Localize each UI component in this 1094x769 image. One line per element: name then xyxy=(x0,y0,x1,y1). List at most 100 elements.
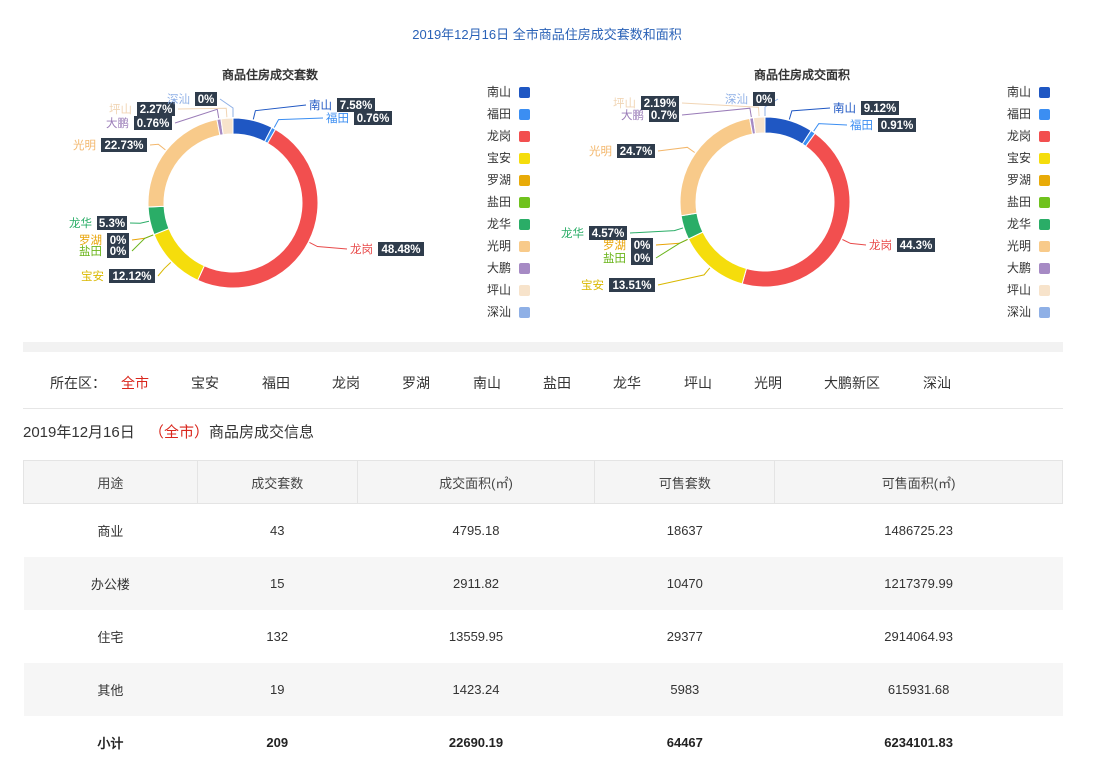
slice-label-name: 大鹏 xyxy=(621,108,644,122)
legend-swatch[interactable] xyxy=(1039,109,1050,120)
slice-label-value: 0.76% xyxy=(357,113,390,125)
table-cell: 615931.68 xyxy=(774,663,1063,716)
donut-slice-龙华[interactable] xyxy=(147,205,170,236)
slice-label-value: 0% xyxy=(110,246,127,258)
transaction-info-title: 2019年12月16日 （全市）商品房成交信息 xyxy=(23,421,314,442)
donut-slice-宝安[interactable] xyxy=(153,227,205,281)
table-cell: 商业 xyxy=(97,524,124,539)
slice-label-value: 24.7% xyxy=(620,146,653,158)
donut-chart-area: 商品住房成交面积南山 9.12% 福田 0.91% 龙岗 44.3% 宝安 13.51% 罗湖 0… xyxy=(561,67,1050,319)
column-header-area-available: 可售面积(㎡) xyxy=(774,460,1063,504)
slice-label-value: 0.91% xyxy=(881,120,914,132)
district-item-dapeng[interactable]: 大鹏新区 xyxy=(824,373,880,393)
table-cell: 209 xyxy=(266,735,289,750)
district-item-longgang[interactable]: 龙岗 xyxy=(332,373,360,393)
transaction-table: 用途 成交套数 成交面积(㎡) 可售套数 可售面积(㎡) 商业 43 4795.… xyxy=(23,460,1063,769)
donut-slice-光明[interactable] xyxy=(679,117,754,217)
donut-slice-坪山[interactable] xyxy=(752,116,766,135)
table-cell: 办公楼 xyxy=(23,557,198,610)
legend-label: 大鹏 xyxy=(487,261,511,275)
slice-label-name: 坪山 xyxy=(613,97,636,110)
legend-label: 罗湖 xyxy=(1007,172,1031,187)
legend-label: 宝安 xyxy=(1007,150,1031,165)
slice-label-value: 2.19% xyxy=(644,98,677,110)
slice-label-name: 宝安 xyxy=(81,269,104,283)
slice-label-name: 福田 xyxy=(326,111,349,125)
district-item-baoan[interactable]: 宝安 xyxy=(191,373,219,393)
slice-label-value: 12.12% xyxy=(112,271,151,283)
legend-label: 福田 xyxy=(1007,106,1031,121)
info-bracket-close: ） xyxy=(193,424,209,441)
legend-swatch[interactable] xyxy=(1039,175,1050,186)
slice-label-name: 盐田 xyxy=(603,252,626,265)
legend-label: 南山 xyxy=(1007,84,1031,99)
slice-label-value: 22.73% xyxy=(104,140,143,152)
district-item-all[interactable]: 全市 xyxy=(121,373,149,393)
slice-label-name: 南山 xyxy=(833,101,856,115)
table-cell: 1423.24 xyxy=(357,663,595,716)
slice-label-value: 48.48% xyxy=(381,244,420,256)
slice-label-name: 南山 xyxy=(309,98,332,112)
district-item-guangming[interactable]: 光明 xyxy=(754,373,782,393)
donut-slice-龙岗[interactable] xyxy=(197,128,319,289)
table-cell: 住宅 xyxy=(97,630,124,645)
donut-slice-南山[interactable] xyxy=(764,116,812,145)
table-cell: 2911.82 xyxy=(357,557,595,610)
legend-swatch[interactable] xyxy=(1039,197,1050,208)
legend-label: 龙岗 xyxy=(1007,129,1031,143)
slice-label-value: 0% xyxy=(198,94,215,106)
slice-label-name: 宝安 xyxy=(581,278,604,292)
section-divider xyxy=(23,342,1063,352)
donut-slice-坪山[interactable] xyxy=(220,117,234,136)
legend-swatch[interactable] xyxy=(1039,219,1050,230)
district-item-shenshan[interactable]: 深汕 xyxy=(923,373,951,393)
table-cell: 1217379.99 xyxy=(774,557,1063,610)
table-header-row: 用途 成交套数 成交面积(㎡) 可售套数 可售面积(㎡) xyxy=(23,460,1063,504)
legend-swatch[interactable] xyxy=(1039,87,1050,98)
district-item-luohu[interactable]: 罗湖 xyxy=(402,373,430,393)
table-cell: 19 xyxy=(197,663,358,716)
legend-label: 坪山 xyxy=(487,283,511,297)
page-title: 2019年12月16日 全市商品住房成交套数和面积 xyxy=(412,27,682,42)
table-cell: 18637 xyxy=(666,523,703,538)
slice-label-value: 5.3% xyxy=(99,218,125,230)
leader-line xyxy=(157,261,172,277)
info-scope: 全市 xyxy=(163,424,194,441)
leader-line xyxy=(813,123,848,132)
slice-label-name: 光明 xyxy=(73,138,96,152)
legend-swatch[interactable] xyxy=(1039,285,1050,296)
legend-swatch[interactable] xyxy=(1039,307,1050,318)
slice-label-name: 龙岗 xyxy=(350,243,373,256)
table-row: 住宅 132 13559.95 29377 2914064.93 xyxy=(24,610,1063,663)
legend-swatch[interactable] xyxy=(1039,153,1050,164)
district-item-nanshan[interactable]: 南山 xyxy=(473,373,501,393)
slice-label-value: 0% xyxy=(756,94,773,106)
slice-label-name: 光明 xyxy=(589,144,612,158)
table-row: 商业 43 4795.18 18637 1486725.23 xyxy=(24,504,1063,558)
donut-chart-units: 商品住房成交套数南山 7.58%福田 0.76%龙岗 48.48%宝安 12.12%罗湖… xyxy=(69,67,530,319)
legend-label: 光明 xyxy=(487,239,511,253)
district-item-pingshan[interactable]: 坪山 xyxy=(684,373,712,393)
slice-label-value: 0.7% xyxy=(651,110,677,122)
slice-label-value: 0% xyxy=(634,253,651,265)
leader-line xyxy=(657,267,711,286)
leader-line xyxy=(129,220,150,224)
legend-label: 龙华 xyxy=(1007,217,1031,231)
chart-title: 商品住房成交套数 xyxy=(222,67,319,82)
legend-swatch[interactable] xyxy=(1039,131,1050,142)
info-suffix: 商品房成交信息 xyxy=(208,424,314,441)
legend-swatch[interactable] xyxy=(1039,263,1050,274)
district-item-yantian[interactable]: 盐田 xyxy=(543,373,571,393)
info-date: 2019年12月16日 xyxy=(23,424,135,441)
column-header-usage: 用途 xyxy=(23,460,198,504)
donut-slice-龙岗[interactable] xyxy=(741,132,851,288)
table-cell: 1486725.23 xyxy=(884,523,953,538)
legend-swatch[interactable] xyxy=(1039,241,1050,252)
table-cell: 29377 xyxy=(666,629,703,644)
legend-label: 坪山 xyxy=(1007,283,1031,297)
district-item-longhua[interactable]: 龙华 xyxy=(613,373,641,393)
slice-label-name: 坪山 xyxy=(109,103,132,116)
district-item-futian[interactable]: 福田 xyxy=(262,373,290,393)
donut-slice-光明[interactable] xyxy=(147,118,221,208)
slice-label-name: 龙华 xyxy=(561,226,584,240)
